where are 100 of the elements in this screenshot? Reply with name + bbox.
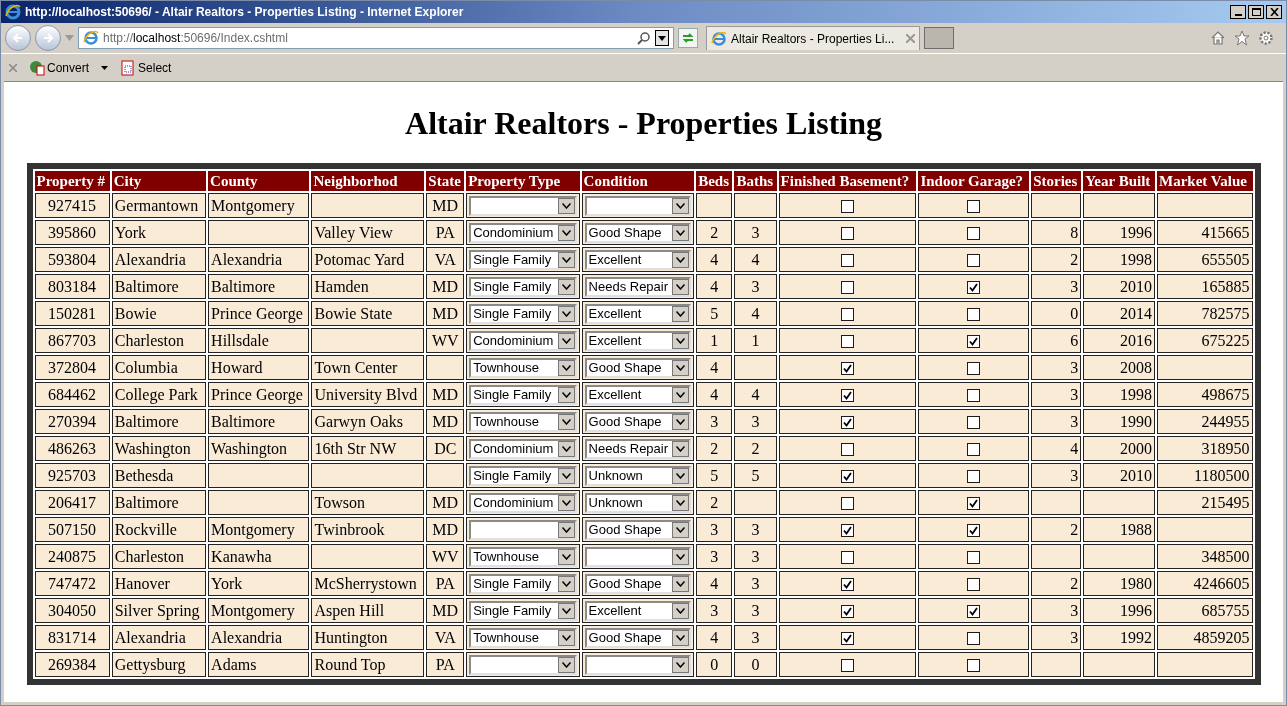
checkbox[interactable]: [841, 254, 854, 268]
search-icon[interactable]: [637, 31, 651, 45]
dropdown-field[interactable]: Good Shape: [584, 357, 692, 378]
checkbox[interactable]: [967, 254, 981, 268]
checkbox[interactable]: [967, 659, 981, 673]
dropdown-field[interactable]: Condominium: [469, 330, 577, 351]
dropdown-field[interactable]: Townhouse: [469, 627, 577, 648]
address-dropdown-button[interactable]: [655, 30, 669, 46]
table-cell: Montgomery: [208, 193, 310, 218]
checkbox[interactable]: [967, 632, 981, 646]
checkbox[interactable]: [841, 308, 854, 322]
checkbox[interactable]: [841, 524, 854, 538]
toolbar-button[interactable]: Convert: [29, 58, 90, 77]
dropdown-field[interactable]: Unknown: [584, 492, 692, 513]
close-button[interactable]: [1266, 5, 1282, 19]
dropdown-field[interactable]: Excellent: [584, 249, 692, 270]
table-cell: Round Top: [311, 652, 425, 677]
checkbox[interactable]: [841, 470, 854, 484]
checkbox[interactable]: [841, 200, 854, 214]
checkbox[interactable]: [841, 578, 854, 592]
dropdown-field[interactable]: Townhouse: [469, 546, 577, 567]
dropdown-field[interactable]: [469, 519, 577, 540]
checkbox[interactable]: [967, 524, 981, 538]
dropdown-field[interactable]: Single Family: [469, 303, 577, 324]
dropdown-field[interactable]: Single Family: [469, 276, 577, 297]
dropdown-field[interactable]: Excellent: [584, 303, 692, 324]
column-header: Finished Basement?: [778, 171, 917, 191]
address-bar[interactable]: http://localhost:50696/Index.cshtml: [78, 27, 674, 49]
dropdown-field[interactable]: [584, 546, 692, 567]
checkbox[interactable]: [841, 416, 854, 430]
dropdown-field[interactable]: Condominium: [469, 492, 577, 513]
checkbox[interactable]: [841, 443, 854, 457]
dropdown-field[interactable]: Single Family: [469, 384, 577, 405]
column-header: Property Type: [466, 171, 580, 191]
forward-button[interactable]: [35, 25, 61, 51]
table-cell: 0: [1031, 301, 1082, 326]
checkbox[interactable]: [841, 362, 854, 376]
table-cell: 4: [734, 382, 777, 407]
checkbox[interactable]: [967, 362, 981, 376]
home-icon[interactable]: [1210, 30, 1226, 46]
refresh-button[interactable]: [678, 28, 698, 48]
checkbox[interactable]: [841, 551, 854, 565]
dropdown-field[interactable]: Excellent: [584, 600, 692, 621]
checkbox[interactable]: [967, 605, 981, 619]
new-tab-button[interactable]: [924, 27, 955, 49]
checkbox[interactable]: [841, 605, 854, 619]
checkbox[interactable]: [967, 443, 981, 457]
checkbox[interactable]: [841, 632, 854, 646]
checkbox[interactable]: [967, 335, 981, 349]
dropdown-field[interactable]: Single Family: [469, 249, 577, 270]
dropdown-field[interactable]: [584, 654, 692, 675]
dropdown-field[interactable]: Excellent: [584, 330, 692, 351]
column-header: Stories: [1031, 171, 1082, 191]
caret-icon[interactable]: [101, 65, 109, 70]
checkbox[interactable]: [841, 281, 854, 295]
dropdown-field[interactable]: [469, 195, 577, 216]
checkbox[interactable]: [841, 227, 854, 241]
back-button[interactable]: [5, 25, 31, 51]
checkbox[interactable]: [967, 227, 981, 241]
dropdown-field[interactable]: Condominium: [469, 438, 577, 459]
checkbox[interactable]: [967, 416, 981, 430]
dropdown-field[interactable]: Good Shape: [584, 627, 692, 648]
checkbox[interactable]: [841, 389, 854, 403]
dropdown-field[interactable]: Good Shape: [584, 519, 692, 540]
table-cell: 2008: [1083, 355, 1155, 380]
checkbox[interactable]: [841, 335, 854, 349]
dropdown-field[interactable]: Good Shape: [584, 573, 692, 594]
dropdown-field[interactable]: Needs Repair: [584, 438, 692, 459]
toolbar-button[interactable]: Select: [120, 58, 172, 77]
dropdown-field[interactable]: [469, 654, 577, 675]
settings-icon[interactable]: [1258, 30, 1274, 46]
dropdown-field[interactable]: Townhouse: [469, 411, 577, 432]
dropdown-field[interactable]: Excellent: [584, 384, 692, 405]
checkbox[interactable]: [967, 281, 981, 295]
dropdown-field[interactable]: Single Family: [469, 600, 577, 621]
dropdown-field[interactable]: Good Shape: [584, 411, 692, 432]
star-icon[interactable]: [1234, 30, 1250, 46]
minimize-button[interactable]: [1230, 5, 1246, 19]
table-cell: 5: [696, 301, 733, 326]
dropdown-field[interactable]: Single Family: [469, 573, 577, 594]
browser-tab[interactable]: Altair Realtors - Properties Li...: [706, 26, 921, 50]
checkbox[interactable]: [967, 200, 981, 214]
dropdown-field[interactable]: Good Shape: [584, 222, 692, 243]
maximize-button[interactable]: [1248, 5, 1264, 19]
dropdown-field[interactable]: Townhouse: [469, 357, 577, 378]
table-cell: Aspen Hill: [311, 598, 425, 623]
checkbox[interactable]: [967, 389, 981, 403]
checkbox[interactable]: [841, 497, 854, 511]
dropdown-field[interactable]: Condominium: [469, 222, 577, 243]
checkbox[interactable]: [967, 578, 981, 592]
checkbox[interactable]: [967, 551, 981, 565]
table-cell: College Park: [111, 382, 207, 407]
checkbox[interactable]: [967, 497, 981, 511]
dropdown-field[interactable]: Single Family: [469, 465, 577, 486]
dropdown-field[interactable]: Needs Repair: [584, 276, 692, 297]
dropdown-field[interactable]: [584, 195, 692, 216]
dropdown-field[interactable]: Unknown: [584, 465, 692, 486]
checkbox[interactable]: [967, 308, 981, 322]
checkbox[interactable]: [967, 470, 981, 484]
checkbox[interactable]: [841, 659, 854, 673]
